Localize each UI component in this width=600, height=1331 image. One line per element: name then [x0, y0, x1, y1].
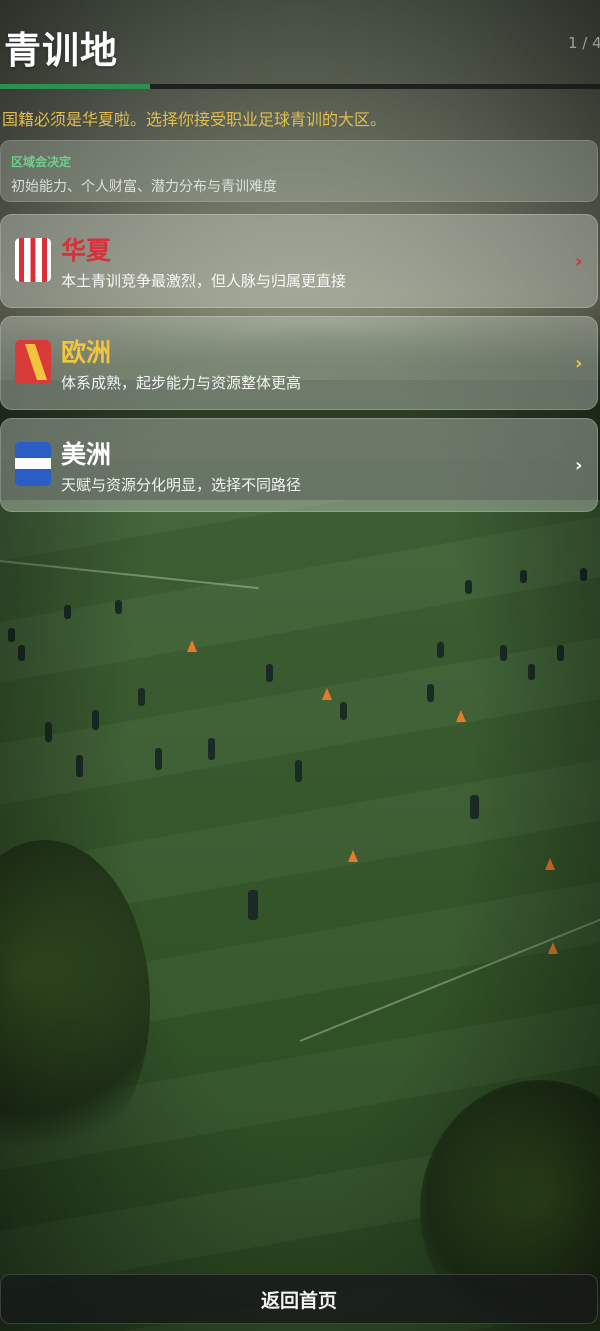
step-indicator: 1 / 4 — [568, 34, 600, 52]
progress-bar — [0, 84, 600, 89]
page-subtitle: 国籍必须是华夏啦。选择你接受职业足球青训的大区。 — [2, 110, 387, 129]
region-description: 本土青训竞争最激烈，但人脉与归属更直接 — [61, 272, 347, 290]
region-option-europe[interactable]: 欧洲 体系成熟，起步能力与资源整体更高 › — [0, 316, 598, 410]
progress-bar-fill — [0, 84, 150, 89]
info-card-description: 初始能力、个人财富、潜力分布与青训难度 — [11, 179, 277, 195]
chevron-right-icon: › — [575, 455, 583, 476]
diagonal-yellow-stripe-flag-icon — [15, 340, 51, 384]
info-card-tag: 区域会决定 — [11, 155, 72, 169]
back-to-home-button[interactable]: 返回首页 — [0, 1274, 598, 1324]
vertical-red-stripes-flag-icon — [15, 238, 51, 282]
region-option-huaxia[interactable]: 华夏 本土青训竞争最激烈，但人脉与归属更直接 › — [0, 214, 598, 308]
region-description: 天赋与资源分化明显，选择不同路径 — [61, 476, 302, 494]
region-description: 体系成熟，起步能力与资源整体更高 — [61, 374, 302, 392]
horizontal-white-band-flag-icon — [15, 442, 51, 486]
region-name: 欧洲 — [61, 338, 112, 367]
region-name: 华夏 — [61, 236, 112, 265]
page-header: 青训地 1 / 4 — [0, 0, 600, 90]
info-card: 区域会决定 初始能力、个人财富、潜力分布与青训难度 — [0, 140, 598, 202]
region-name: 美洲 — [61, 440, 112, 469]
chevron-right-icon: › — [575, 251, 583, 272]
page-title: 青训地 — [4, 29, 118, 72]
chevron-right-icon: › — [575, 353, 583, 374]
region-option-america[interactable]: 美洲 天赋与资源分化明显，选择不同路径 › — [0, 418, 598, 512]
